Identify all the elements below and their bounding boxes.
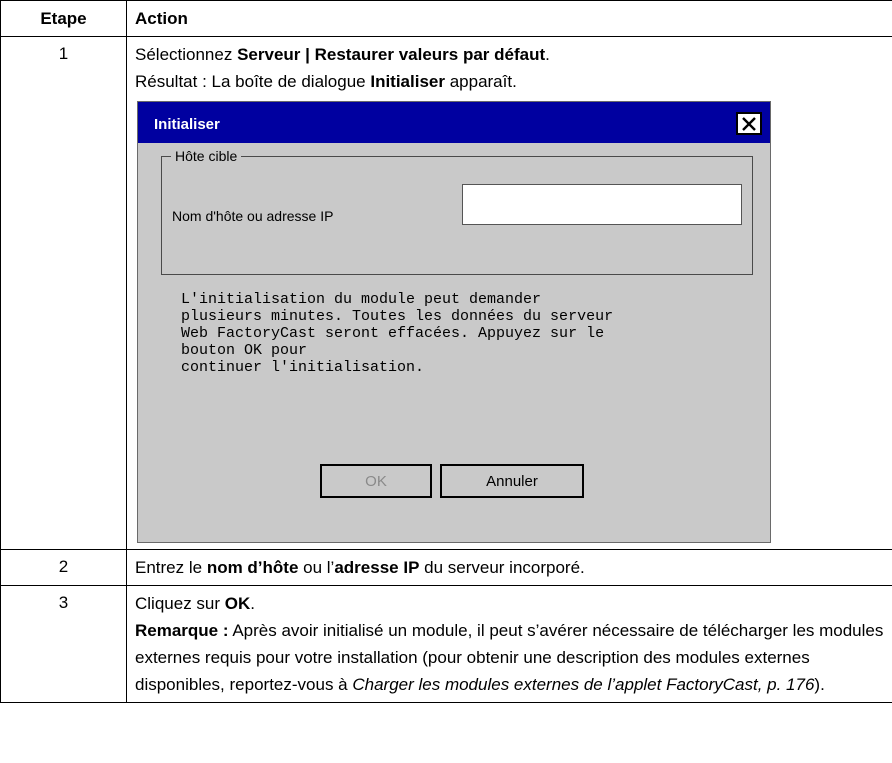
header-row: Etape Action [0,0,892,37]
cancel-button[interactable]: Annuler [440,464,584,498]
close-icon [742,116,756,131]
host-field-label: Nom d'hôte ou adresse IP [172,208,334,224]
warning-message: L'initialisation du module peut demander… [181,291,614,376]
instruction-line: Sélectionnez Serveur | Restaurer valeurs… [135,45,550,64]
header-action: Action [126,0,892,37]
close-button[interactable] [736,112,762,135]
table-row: 2 Entrez le nom d’hôte ou l’adresse IP d… [0,549,892,586]
instruction-line: Cliquez sur OK. [135,594,255,613]
table-row: 1 Sélectionnez Serveur | Restaurer valeu… [0,36,892,550]
step-number: 3 [0,585,127,703]
step-number: 1 [0,36,127,550]
cross-reference-link[interactable]: Charger les modules externes de l’applet… [352,675,814,694]
target-host-group: Hôte cible Nom d'hôte ou adresse IP [161,147,753,275]
result-line: Résultat : La boîte de dialogue Initiali… [135,72,517,91]
ok-button[interactable]: OK [320,464,432,498]
note-label: Remarque : [135,621,229,640]
dialog-title: Initialiser [154,116,220,133]
dialog-title-bar: Initialiser [138,102,770,143]
initialiser-dialog: Initialiser Hôte cible Nom d'hôte ou adr… [137,101,771,543]
action-cell: Cliquez sur OK. Remarque : Après avoir i… [126,585,892,703]
header-etape: Etape [0,0,127,37]
steps-table: Etape Action 1 Sélectionnez Serveur | Re… [0,0,892,703]
host-input[interactable] [462,184,742,225]
action-cell: Entrez le nom d’hôte ou l’adresse IP du … [126,549,892,586]
note-paragraph: Remarque : Après avoir initialisé un mod… [135,621,884,694]
step-number: 2 [0,549,127,586]
group-label: Hôte cible [171,147,242,165]
table-row: 3 Cliquez sur OK. Remarque : Après avoir… [0,585,892,703]
action-cell: Sélectionnez Serveur | Restaurer valeurs… [126,36,892,550]
